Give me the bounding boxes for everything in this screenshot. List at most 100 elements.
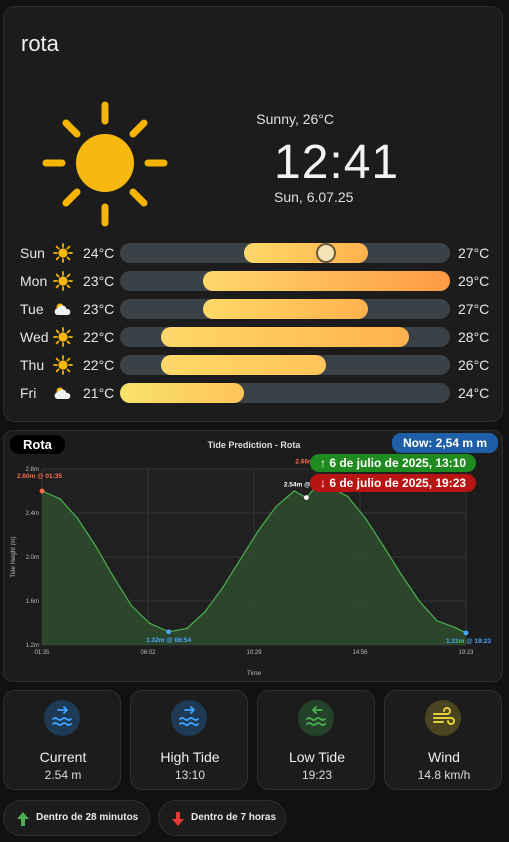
temperature-range-fill <box>202 271 450 291</box>
tide-point <box>186 627 188 630</box>
temperature-range-bar <box>120 299 450 319</box>
tide-point <box>221 587 224 589</box>
next-low-tide-chip[interactable]: Dentro de 7 horas <box>158 800 286 836</box>
y-tick-label: 1.6m <box>26 599 39 605</box>
tide-annotation-marker <box>463 630 469 636</box>
x-tick-label: 14:56 <box>352 650 368 656</box>
tide-annotation-marker <box>304 495 309 500</box>
next-low-tide-badge: ↓ 6 de julio de 2025, 19:23 <box>310 474 477 492</box>
tide-point <box>346 495 349 498</box>
forecast-day: Thu <box>20 357 45 373</box>
arrow-up-icon <box>17 812 29 826</box>
forecast-day: Mon <box>20 273 48 289</box>
tide-point <box>130 604 133 607</box>
current-condition: Sunny, 26°C <box>256 111 334 127</box>
arrow-down-icon <box>172 812 184 826</box>
tile-low-tide[interactable]: Low Tide 19:23 <box>257 690 375 790</box>
x-tick-label: 01:35 <box>34 650 50 656</box>
tide-annotation-label: 1.31m @ 19:23 <box>446 638 491 645</box>
tile-current[interactable]: Current 2.54 m <box>3 690 121 790</box>
tide-point <box>275 505 278 508</box>
forecast-row: Sun 24°C 27°C <box>4 241 504 265</box>
tide-point <box>148 622 150 624</box>
temperature-range-bar <box>120 243 450 263</box>
y-tick-label: 2.0m <box>26 555 39 561</box>
forecast-row: Mon 23°C 29°C <box>4 269 504 293</box>
forecast-high: 29°C <box>458 273 490 289</box>
x-tick-label: 06:02 <box>140 650 156 656</box>
temperature-range-fill <box>161 355 327 375</box>
forecast-low: 21°C <box>83 385 115 401</box>
forecast-low: 23°C <box>83 301 115 317</box>
tile-value: 19:23 <box>301 768 333 782</box>
tide-chart-card[interactable]: 1.2m 1.6m 2.0m 2.4m 2.8m 01:35 06:02 10:29 14:56… <box>3 430 503 682</box>
partly-cloudy-icon <box>54 303 71 315</box>
temperature-range-bar <box>120 271 450 291</box>
tide-annotation-label: 2.60m @ 01:35 <box>17 473 62 480</box>
temperature-range-bar <box>120 327 450 347</box>
wind-icon <box>425 700 461 736</box>
next-high-tide-chip[interactable]: Dentro de 28 minutos <box>3 800 150 836</box>
chip-label: Dentro de 7 horas <box>191 812 277 823</box>
forecast-high: 26°C <box>458 357 490 373</box>
y-axis-label: Tide Height (m) <box>11 536 17 577</box>
tide-point <box>257 529 260 532</box>
tile-high-tide[interactable]: High Tide 13:10 <box>130 690 248 790</box>
sun-icon <box>53 327 73 347</box>
tile-label: Current <box>39 749 87 765</box>
y-tick-label: 1.2m <box>26 643 39 649</box>
weather-card[interactable]: rota Sunny, 26°C 12:41 Sun, 6.07.25 Sun 2… <box>3 6 503 422</box>
tile-value: 14.8 km/h <box>417 768 471 782</box>
forecast-low: 24°C <box>83 245 115 261</box>
forecast-row: Thu 22°C 26°C <box>4 353 504 377</box>
tide-point <box>364 517 367 520</box>
temperature-range-fill <box>243 243 368 263</box>
forecast-row: Tue 23°C 27°C <box>4 297 504 321</box>
partly-cloudy-icon <box>54 387 71 399</box>
forecast-row: Wed 22°C 28°C <box>4 325 504 349</box>
tile-label: High Tide <box>160 749 220 765</box>
sun-icon <box>53 355 73 375</box>
tide-point <box>400 573 403 576</box>
forecast-low: 22°C <box>83 329 115 345</box>
tile-value: 2.54 m <box>44 768 82 782</box>
temperature-range-fill <box>120 383 244 403</box>
tide-point <box>59 497 61 500</box>
tile-wind[interactable]: Wind 14.8 km/h <box>384 690 502 790</box>
tide-point <box>293 490 295 492</box>
temperature-range-fill <box>202 299 368 319</box>
city-name: rota <box>21 31 59 56</box>
tile-label: Wind <box>428 749 460 765</box>
tide-point <box>418 600 420 602</box>
now-height-badge: Now: 2,54 m m <box>392 433 499 453</box>
forecast-low: 22°C <box>83 357 115 373</box>
tide-point <box>239 558 242 560</box>
forecast-low: 23°C <box>83 273 115 289</box>
waves-arrow-right-icon <box>171 700 207 736</box>
x-axis-label: Time <box>247 670 262 677</box>
tide-point <box>94 545 97 547</box>
current-date: Sun, 6.07.25 <box>274 189 354 205</box>
waves-arrow-left-icon <box>298 700 334 736</box>
tide-annotation-marker <box>166 629 172 635</box>
tide-annotation-label: 1.32m @ 06:54 <box>146 637 191 644</box>
temperature-range-bar <box>120 355 450 375</box>
forecast-high: 27°C <box>458 245 490 261</box>
temperature-range-bar <box>120 383 450 403</box>
forecast-day: Tue <box>20 301 44 317</box>
y-tick-label: 2.4m <box>26 511 39 517</box>
temperature-range-fill <box>161 327 409 347</box>
tide-annotation-marker <box>39 488 45 494</box>
forecast-high: 28°C <box>458 329 490 345</box>
forecast-row: Fri 21°C 24°C <box>4 381 504 405</box>
next-high-tide-badge: ↑ 6 de julio de 2025, 13:10 <box>310 454 477 472</box>
forecast-day: Fri <box>20 385 37 401</box>
tide-point <box>112 576 115 578</box>
waves-arrow-right-icon <box>44 700 80 736</box>
forecast-high: 27°C <box>458 301 490 317</box>
sun-icon <box>53 243 73 263</box>
tile-value: 13:10 <box>174 768 206 782</box>
clock-time: 12:41 <box>274 136 400 189</box>
tide-point <box>382 545 385 547</box>
tide-point <box>454 626 456 629</box>
